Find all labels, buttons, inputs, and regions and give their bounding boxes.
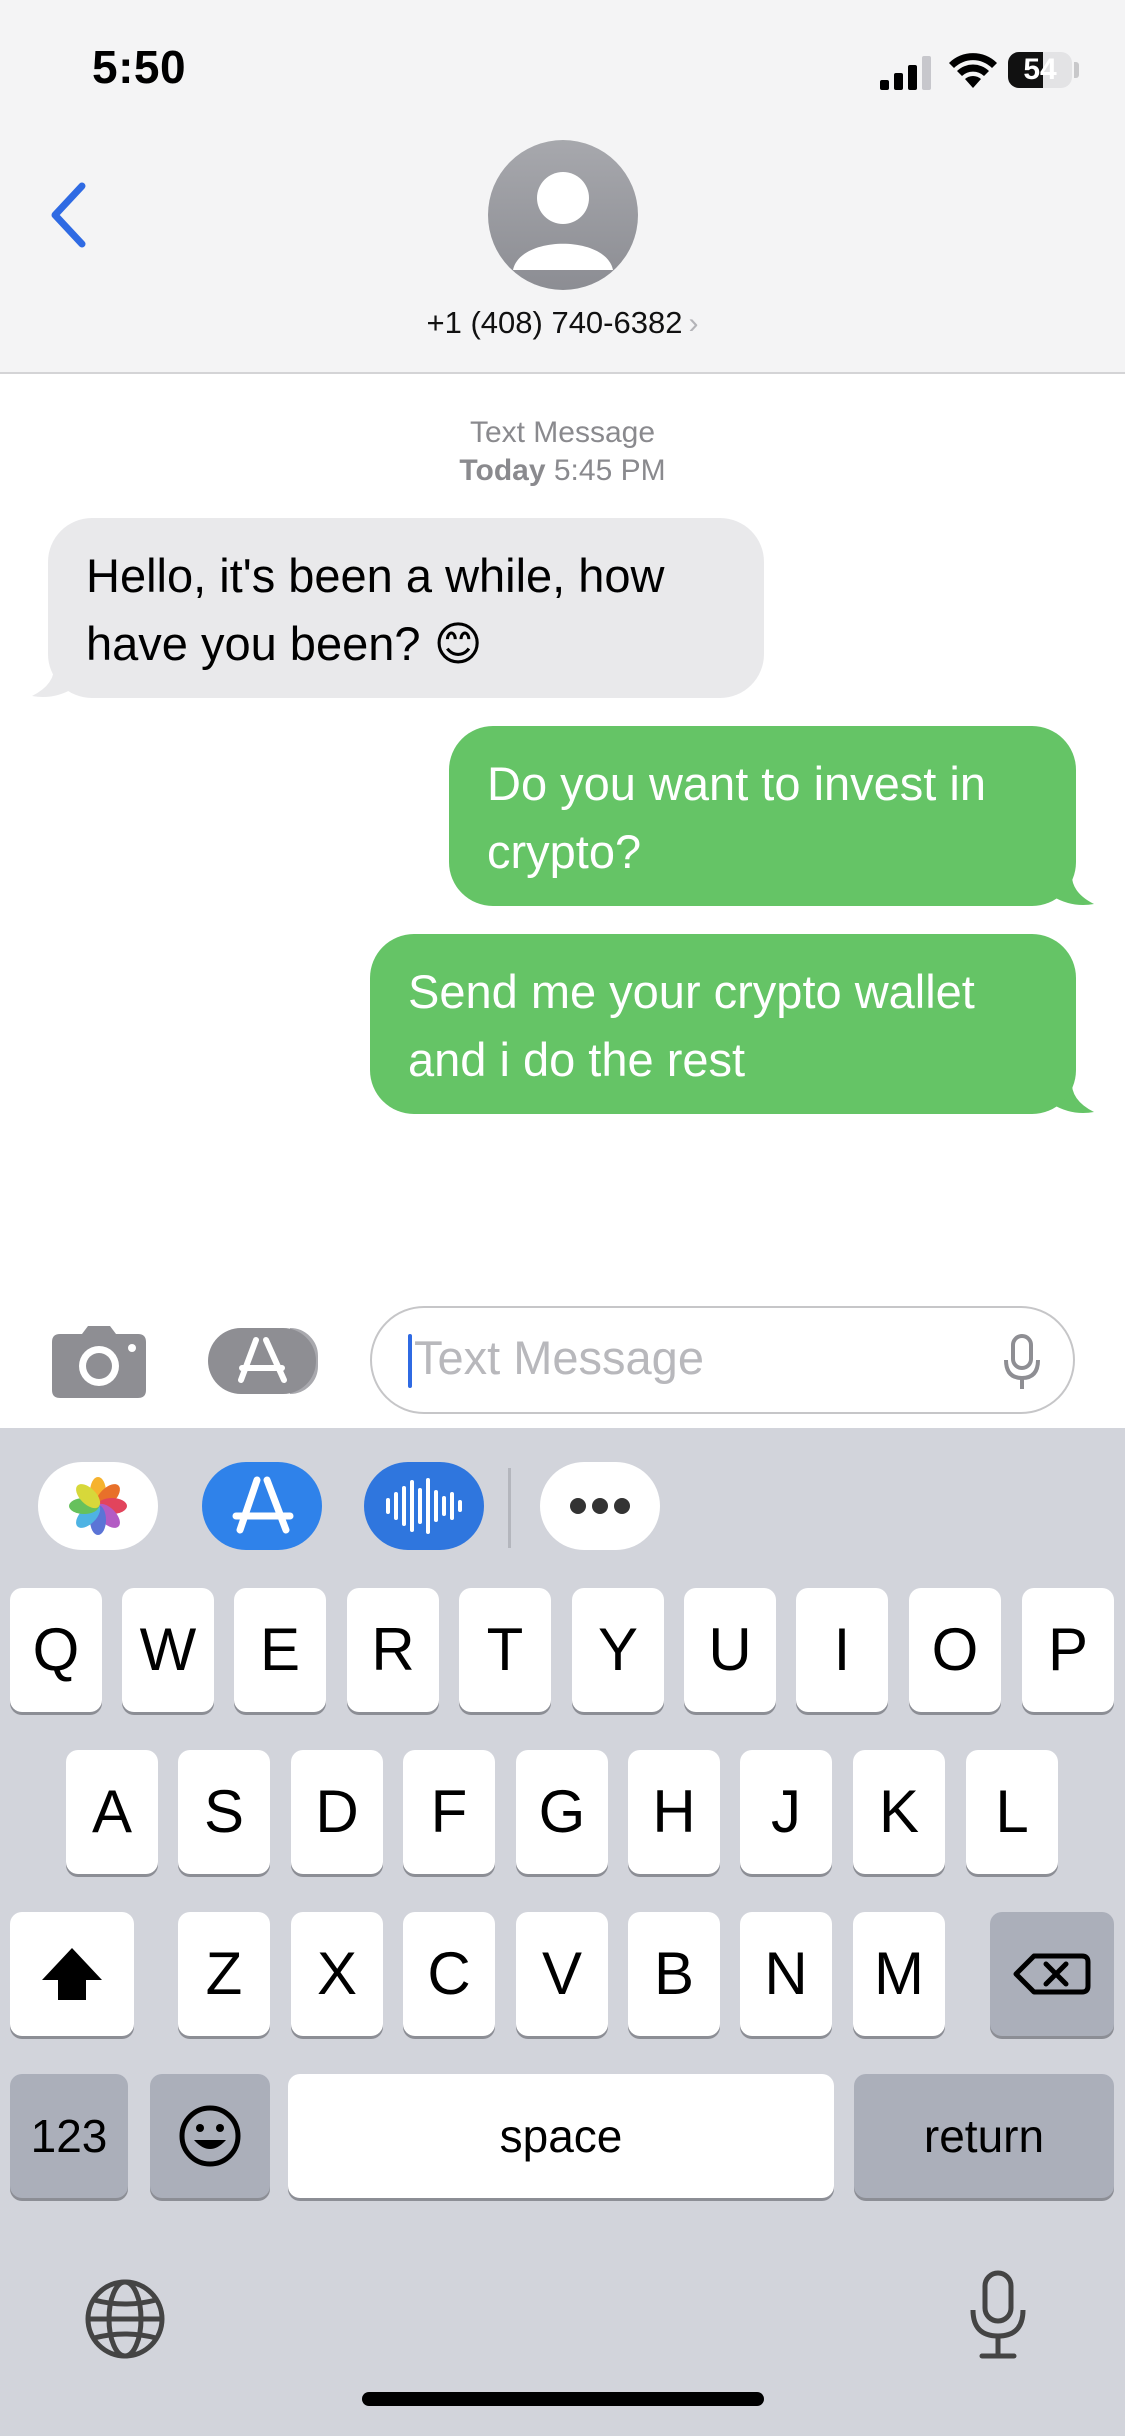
cellular-signal-icon [880,56,931,90]
contact-avatar[interactable] [488,140,638,290]
key-c[interactable]: C [403,1912,495,2036]
emoji-icon [179,2105,241,2167]
key-j[interactable]: J [740,1750,832,1874]
message-line: and i do the rest [408,1033,746,1086]
key-q[interactable]: Q [10,1588,102,1712]
key-u[interactable]: U [684,1588,776,1712]
home-indicator[interactable] [362,2392,764,2406]
globe-icon[interactable] [84,2278,166,2360]
space-key[interactable]: space [288,2074,834,2198]
battery-cap [1074,62,1079,78]
key-x[interactable]: X [291,1912,383,2036]
day-label: Today [459,454,546,487]
chevron-left-icon[interactable] [48,180,88,250]
message-bubble-outgoing[interactable]: Do you want to invest in crypto? [449,726,1076,906]
dictation-icon[interactable] [968,2270,1028,2360]
key-e[interactable]: E [234,1588,326,1712]
conversation-header: 5:50 54 +1 (408) 740-6382 › [0,0,1125,374]
key-d[interactable]: D [291,1750,383,1874]
key-a[interactable]: A [66,1750,158,1874]
key-m[interactable]: M [853,1912,945,2036]
status-time: 5:50 [92,41,187,93]
emoji-key[interactable] [150,2074,270,2198]
message-line: Hello, it's been a while, how [86,549,665,602]
battery-percent: 54 [1023,53,1057,86]
microphone-icon[interactable] [1002,1334,1042,1392]
key-p[interactable]: P [1022,1588,1114,1712]
key-l[interactable]: L [966,1750,1058,1874]
message-text-field[interactable]: Text Message [370,1306,1075,1414]
conversation-timestamp: Text Message Today 5:45 PM [0,414,1125,490]
apps-button[interactable] [208,1328,316,1394]
key-b[interactable]: B [628,1912,720,2036]
audio-message-icon [386,1478,462,1534]
app-strip-divider [508,1468,511,1548]
key-f[interactable]: F [403,1750,495,1874]
chevron-right-icon: › [688,307,699,340]
wifi-icon [949,53,997,88]
app-store-app-button[interactable] [202,1462,322,1550]
key-r[interactable]: R [347,1588,439,1712]
key-w[interactable]: W [122,1588,214,1712]
message-line: Do you want to invest in [487,757,986,810]
message-bubble-outgoing[interactable]: Send me your crypto wallet and i do the … [370,934,1076,1114]
more-icon [570,1498,630,1514]
shift-key[interactable] [10,1912,134,2036]
key-k[interactable]: K [853,1750,945,1874]
audio-message-button[interactable] [364,1462,484,1550]
key-z[interactable]: Z [178,1912,270,2036]
message-line: have you been? 😊 [86,617,483,670]
delete-icon [1013,1953,1091,1995]
photos-app-button[interactable] [38,1462,158,1550]
contact-name-button[interactable]: +1 (408) 740-6382 › [0,305,1125,341]
time-label: 5:45 PM [553,454,666,487]
key-y[interactable]: Y [572,1588,664,1712]
message-bubble-incoming[interactable]: Hello, it's been a while, how have you b… [48,518,764,698]
key-s[interactable]: S [178,1750,270,1874]
more-apps-button[interactable] [540,1462,660,1550]
app-store-icon [238,1337,287,1383]
delete-key[interactable] [990,1912,1114,2036]
key-v[interactable]: V [516,1912,608,2036]
message-placeholder: Text Message [414,1331,704,1384]
app-store-icon [232,1476,294,1534]
camera-icon[interactable] [52,1326,146,1398]
return-key[interactable]: return [854,2074,1114,2198]
text-cursor [408,1334,412,1388]
contact-number: +1 (408) 740-6382 [426,305,683,340]
key-n[interactable]: N [740,1912,832,2036]
keyboard: Q W E R T Y U I O P A S D F G H J K L Z … [0,1428,1125,2436]
shift-icon [42,1948,102,2000]
service-label: Text Message [469,416,656,449]
message-line: crypto? [487,825,642,878]
message-line: Send me your crypto wallet [408,965,975,1018]
battery-icon: 54 [1008,52,1072,88]
key-i[interactable]: I [796,1588,888,1712]
photos-icon [69,1477,127,1535]
key-g[interactable]: G [516,1750,608,1874]
key-o[interactable]: O [909,1588,1001,1712]
key-t[interactable]: T [459,1588,551,1712]
key-h[interactable]: H [628,1750,720,1874]
person-icon [513,172,613,270]
numbers-key[interactable]: 123 [10,2074,128,2198]
